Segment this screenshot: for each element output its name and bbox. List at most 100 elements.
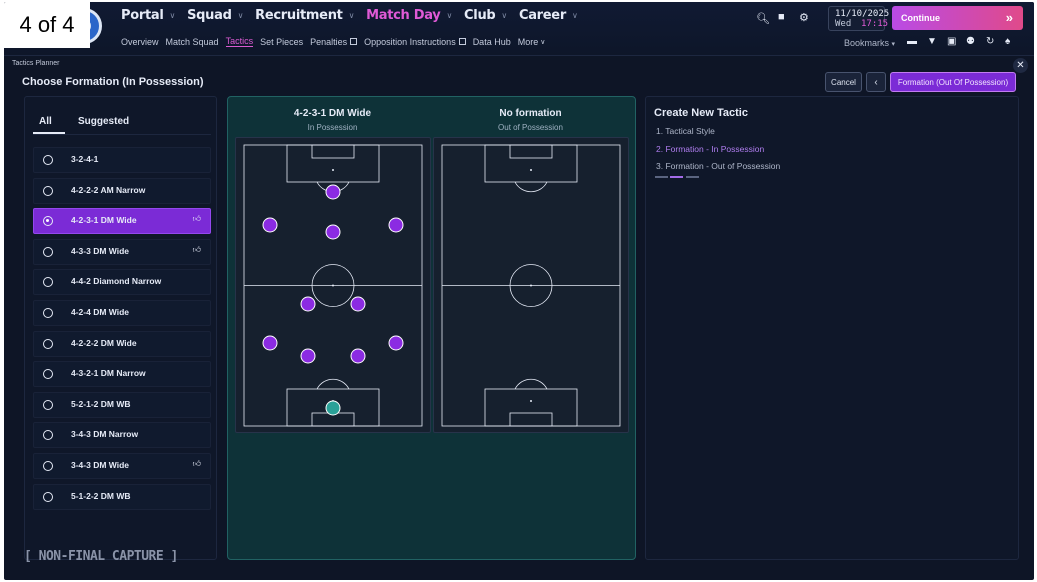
sub-nav: Overview Match Squad Tactics Set Pieces Pena… <box>121 36 552 47</box>
people-icon[interactable]: ⚉ <box>966 36 975 47</box>
radio-button[interactable] <box>43 246 53 257</box>
nav-item-club[interactable]: Club ∨ <box>464 8 507 23</box>
formation-row[interactable]: 4-2-3-1 DM Wide 👍︎ <box>33 208 211 235</box>
player-marker[interactable] <box>262 335 278 351</box>
progress-segment <box>686 176 699 178</box>
chevron-left-icon: ‹ <box>874 76 878 88</box>
image-counter: 4 of 4 <box>4 2 90 48</box>
game-date-box[interactable]: 11/10/2025 Wed 17:15 <box>828 6 889 31</box>
formation-name: 4-3-2-1 DM Narrow <box>71 368 146 379</box>
create-tactic-panel: Create New Tactic 1. Tactical Style 2. Fo… <box>645 96 1019 560</box>
subnav-item-tactics[interactable]: Tactics <box>225 36 254 47</box>
cancel-button[interactable]: Cancel <box>825 72 862 92</box>
pitch-markings <box>243 144 423 427</box>
player-marker[interactable] <box>350 296 366 312</box>
thumbs-up-icon: 👍︎ <box>192 244 201 254</box>
player-marker[interactable] <box>350 348 366 364</box>
continue-button[interactable]: Continue » <box>892 6 1023 30</box>
formation-row[interactable]: 5-1-2-2 DM WB <box>33 483 211 510</box>
top-nav-bar: Portal ∨ Squad ∨ Recruitment ∨ Match Day ∨ Club ∨… <box>4 2 1034 56</box>
radio-button[interactable] <box>43 369 53 380</box>
out-possession-title: No formation <box>499 108 562 119</box>
formation-row[interactable]: 5-2-1-2 DM WB <box>33 391 211 418</box>
formation-out-of-possession-button[interactable]: Formation (Out Of Possession) <box>890 72 1016 92</box>
nav-item-match-day[interactable]: Match Day ∨ <box>366 8 452 23</box>
formation-row[interactable]: 4-2-2-2 DM Wide <box>33 330 211 357</box>
refresh-icon[interactable]: ↻ <box>986 36 994 47</box>
formation-row[interactable]: 3-2-4-1 <box>33 147 211 173</box>
chevron-down-icon: ∨ <box>571 11 578 20</box>
kit-icon[interactable]: ▼ <box>927 36 937 47</box>
page-title: Choose Formation (In Possession) <box>22 76 204 88</box>
out-possession-pitch <box>433 137 629 433</box>
goalkeeper-marker[interactable] <box>325 400 341 416</box>
subnav-item-data-hub[interactable]: Data Hub <box>473 36 511 47</box>
chevron-down-icon: ▾ <box>891 41 896 48</box>
back-button[interactable]: ‹ <box>866 72 886 92</box>
player-marker[interactable] <box>300 296 316 312</box>
out-possession-header: No formation Out of Possession <box>433 108 628 132</box>
chevron-down-icon: ∨ <box>540 38 546 46</box>
radio-button[interactable] <box>43 155 53 165</box>
nav-label: Career <box>518 8 566 23</box>
formation-row[interactable]: 4-3-3 DM Wide 👍︎ <box>33 238 211 265</box>
player-marker[interactable] <box>325 224 341 240</box>
nav-item-recruitment[interactable]: Recruitment ∨ <box>255 8 354 23</box>
gear-icon[interactable]: ⚙ <box>799 11 809 24</box>
radio-button[interactable] <box>43 308 53 318</box>
subnav-label: Penalties <box>310 36 348 47</box>
player-marker[interactable] <box>388 335 404 351</box>
tab-all[interactable]: All <box>39 116 52 127</box>
main-nav: Portal ∨ Squad ∨ Recruitment ∨ Match Day ∨ Club ∨… <box>121 8 590 23</box>
chevron-down-icon: ∨ <box>348 11 355 20</box>
radio-button[interactable] <box>43 185 53 196</box>
close-icon[interactable]: ✕ <box>1013 58 1028 73</box>
player-marker[interactable] <box>300 348 316 364</box>
formation-name: 4-4-2 Diamond Narrow <box>71 276 162 287</box>
formation-row[interactable]: 4-4-2 Diamond Narrow <box>33 269 211 296</box>
in-possession-pitch <box>235 137 431 433</box>
player-marker[interactable] <box>325 184 341 200</box>
radio-button[interactable] <box>43 430 53 441</box>
player-marker[interactable] <box>388 217 404 233</box>
radio-button[interactable] <box>43 277 53 288</box>
subnav-item-overview[interactable]: Overview <box>121 36 159 47</box>
radio-button[interactable] <box>43 216 53 227</box>
app-window: Portal ∨ Squad ∨ Recruitment ∨ Match Day ∨ Club ∨… <box>4 2 1034 580</box>
thumbs-up-icon: 👍︎ <box>192 459 201 468</box>
nav-item-portal[interactable]: Portal ∨ <box>121 8 175 23</box>
subnav-item-match-squad[interactable]: Match Squad <box>166 36 219 47</box>
subnav-item-opposition-instructions[interactable]: Opposition Instructions <box>364 36 466 47</box>
radio-button[interactable] <box>43 491 53 502</box>
formation-row[interactable]: 4-2-2-2 AM Narrow <box>33 177 211 204</box>
search-icon[interactable]: 🔍︎ <box>756 12 770 25</box>
radio-button[interactable] <box>43 461 53 471</box>
thumbs-up-icon: 👍︎ <box>192 214 201 224</box>
radio-button[interactable] <box>43 338 53 349</box>
formation-name: 5-2-1-2 DM WB <box>71 398 131 409</box>
bookmarks-dropdown[interactable]: Bookmarks ▾ <box>844 38 895 48</box>
bookmark-icon[interactable]: ■ <box>778 11 785 23</box>
nav-label: Portal <box>121 8 164 23</box>
subnav-label: Set Pieces <box>260 36 304 47</box>
continue-label: Continue <box>901 13 940 23</box>
subnav-item-more[interactable]: More ∨ <box>518 36 546 47</box>
subnav-item-penalties[interactable]: Penalties <box>310 36 358 47</box>
trophy-icon[interactable]: ♠ <box>1005 36 1010 47</box>
formation-row[interactable]: 3-4-3 DM Wide 👍︎ <box>33 453 211 479</box>
formation-row[interactable]: 3-4-3 DM Narrow <box>33 422 211 449</box>
nav-item-career[interactable]: Career ∨ <box>519 8 578 23</box>
subnav-label: More <box>517 36 539 47</box>
chat-icon[interactable]: ▬ <box>907 36 917 47</box>
tab-suggested[interactable]: Suggested <box>78 116 129 127</box>
subnav-item-set-pieces[interactable]: Set Pieces <box>260 36 303 47</box>
formation-row[interactable]: 4-3-2-1 DM Narrow <box>33 361 211 388</box>
player-marker[interactable] <box>262 217 278 233</box>
pitch-preview-panel: 4-2-3-1 DM Wide In Possession No formati… <box>227 96 636 560</box>
formation-name: 4-2-2-2 DM Wide <box>71 337 137 348</box>
calendar-icon[interactable]: ▣ <box>947 36 956 47</box>
pitch-markings <box>441 144 621 427</box>
radio-button[interactable] <box>43 399 53 410</box>
nav-item-squad[interactable]: Squad ∨ <box>187 8 243 23</box>
formation-row[interactable]: 4-2-4 DM Wide <box>33 300 211 326</box>
